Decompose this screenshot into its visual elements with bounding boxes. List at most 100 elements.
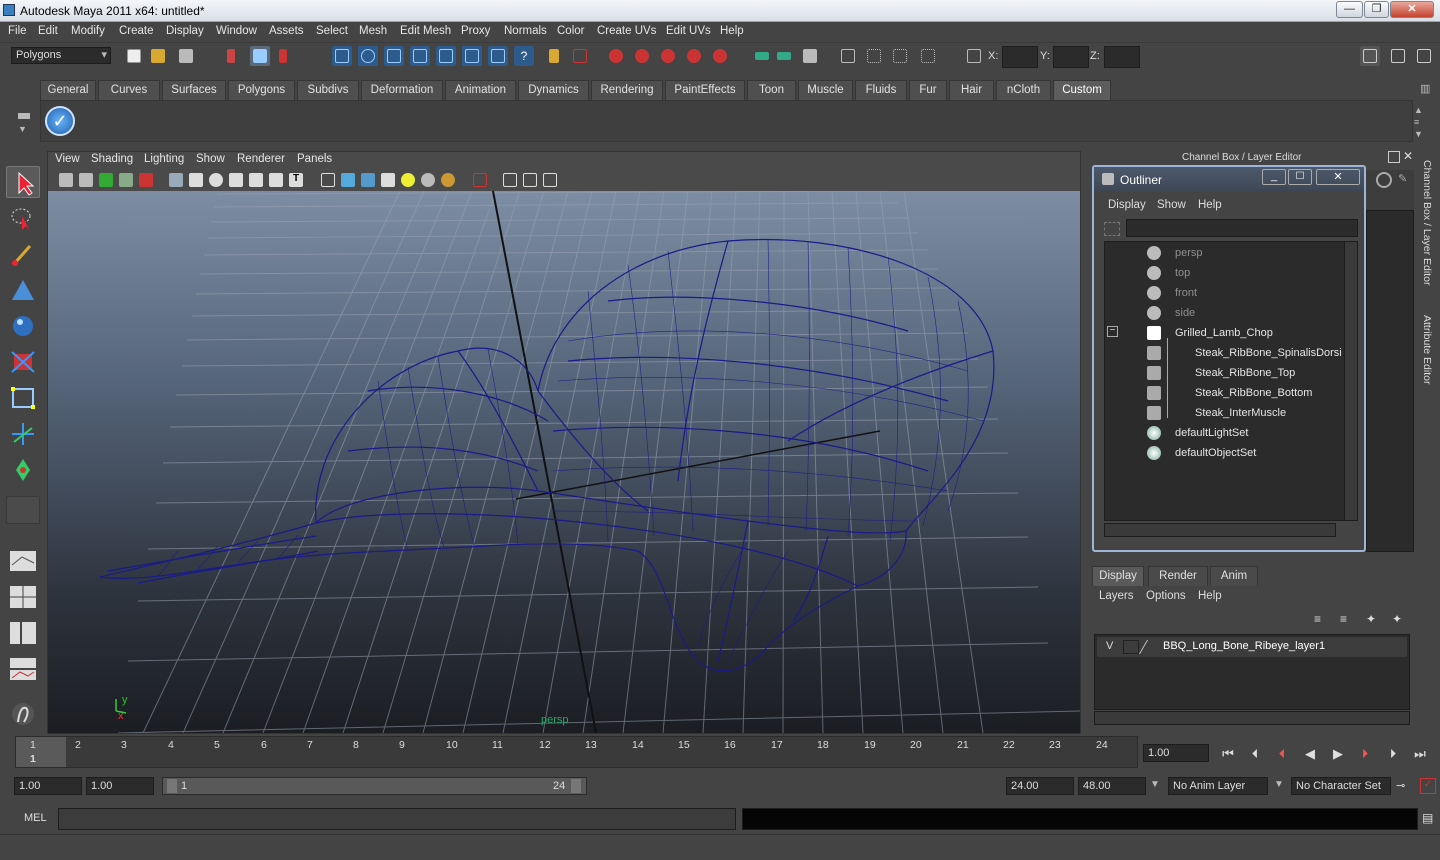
tab-toon[interactable]: Toon bbox=[747, 80, 796, 100]
tab-ncloth[interactable]: nCloth bbox=[996, 80, 1051, 100]
graph-layout-icon[interactable] bbox=[6, 653, 40, 685]
select-component-icon[interactable] bbox=[276, 46, 296, 66]
render-view-icon[interactable] bbox=[710, 46, 730, 66]
range-start-handle[interactable] bbox=[167, 779, 177, 793]
lasso-tool-icon[interactable] bbox=[6, 202, 40, 234]
layer-visibility-toggle[interactable]: V bbox=[1106, 640, 1113, 652]
smooth-shading-icon[interactable] bbox=[341, 173, 355, 187]
tab-curves[interactable]: Curves bbox=[98, 80, 160, 100]
snap-grid-icon[interactable] bbox=[332, 46, 352, 66]
input-line-mode-icon[interactable] bbox=[774, 46, 794, 66]
minimize-button[interactable]: — bbox=[1336, 1, 1363, 18]
menu-proxy[interactable]: Proxy bbox=[461, 25, 490, 37]
menu-assets[interactable]: Assets bbox=[269, 25, 304, 37]
trash-icon[interactable]: ▥ bbox=[1420, 82, 1434, 96]
step-forward-frame-icon[interactable]: ⏵ bbox=[1383, 744, 1403, 764]
outliner-titlebar[interactable]: Outliner _ ☐ ✕ bbox=[1094, 167, 1364, 191]
outliner-item[interactable]: side bbox=[1175, 303, 1195, 323]
character-set-dropdown-arrow-icon[interactable]: ▼ bbox=[1274, 779, 1284, 790]
layer-menu-layers[interactable]: Layers bbox=[1099, 590, 1134, 602]
safe-action-icon[interactable] bbox=[269, 173, 283, 187]
layout-options-icon[interactable] bbox=[1388, 46, 1408, 66]
layer-menu-options[interactable]: Options bbox=[1146, 590, 1186, 602]
toggle-modeling-icon[interactable] bbox=[918, 46, 938, 66]
safe-title-icon[interactable]: T bbox=[289, 173, 303, 187]
play-forward-icon[interactable]: ▶ bbox=[1328, 744, 1348, 764]
tab-display[interactable]: Display bbox=[1092, 566, 1144, 586]
2d-pan-icon[interactable] bbox=[139, 173, 153, 187]
range-end-handle[interactable] bbox=[571, 779, 581, 793]
tab-deformation[interactable]: Deformation bbox=[361, 80, 443, 100]
render-settings-icon[interactable] bbox=[658, 46, 678, 66]
menu-edit-mesh[interactable]: Edit Mesh bbox=[400, 25, 451, 37]
select-hierarchy-icon[interactable] bbox=[224, 46, 244, 66]
menu-edit[interactable]: Edit bbox=[38, 25, 58, 37]
tab-polygons[interactable]: Polygons bbox=[228, 80, 295, 100]
outliner-horizontal-scrollbar[interactable] bbox=[1104, 523, 1336, 537]
tab-painteffects[interactable]: PaintEffects bbox=[665, 80, 745, 100]
viewport-menu-show[interactable]: Show bbox=[196, 153, 225, 165]
clipboard-icon[interactable] bbox=[800, 46, 820, 66]
tab-fur[interactable]: Fur bbox=[909, 80, 947, 100]
new-layer-icon[interactable]: ✦ bbox=[1366, 612, 1382, 628]
mel-label[interactable]: MEL bbox=[24, 812, 47, 824]
snap-surface-icon[interactable] bbox=[462, 46, 482, 66]
scale-tool-icon[interactable] bbox=[6, 382, 40, 414]
textured-icon[interactable] bbox=[381, 173, 395, 187]
step-forward-key-icon[interactable]: ⏵ bbox=[1355, 744, 1375, 764]
viewport-canvas[interactable]: y x persp bbox=[48, 191, 1080, 733]
tab-render[interactable]: Render bbox=[1148, 566, 1208, 586]
rotate-tool-icon[interactable] bbox=[6, 346, 40, 378]
tab-anim[interactable]: Anim bbox=[1210, 566, 1258, 586]
play-backward-icon[interactable]: ◀ bbox=[1300, 744, 1320, 764]
hud-icon[interactable] bbox=[543, 173, 557, 187]
select-tool-icon[interactable] bbox=[6, 166, 40, 198]
open-scene-icon[interactable] bbox=[148, 46, 168, 66]
shelf-menu-handle[interactable]: ▼ bbox=[14, 80, 34, 142]
snap-point-icon[interactable] bbox=[384, 46, 404, 66]
hypergraph-tool-icon[interactable] bbox=[6, 698, 40, 730]
current-time-field[interactable]: 1.00 bbox=[1143, 744, 1209, 762]
render-current-icon[interactable] bbox=[606, 46, 626, 66]
select-object-icon[interactable] bbox=[250, 46, 270, 66]
last-tool-icon[interactable] bbox=[6, 454, 40, 486]
tab-surfaces[interactable]: Surfaces bbox=[162, 80, 226, 100]
playback-end-field[interactable]: 24.00 bbox=[1006, 777, 1074, 795]
camera-attributes-icon[interactable] bbox=[79, 173, 93, 187]
snap-curve-icon[interactable] bbox=[358, 46, 378, 66]
auto-key-icon[interactable]: ⊸ bbox=[1396, 779, 1405, 792]
transform-field-icon[interactable] bbox=[964, 46, 984, 66]
outliner-item[interactable]: Steak_RibBone_Top bbox=[1195, 363, 1295, 383]
side-tab-channel-box[interactable]: Channel Box / Layer Editor bbox=[1421, 160, 1433, 310]
save-scene-icon[interactable] bbox=[176, 46, 196, 66]
outliner-menu-display[interactable]: Display bbox=[1108, 199, 1146, 211]
outliner-item[interactable]: Steak_InterMuscle bbox=[1195, 403, 1286, 423]
wireframe-shading-icon[interactable] bbox=[321, 173, 335, 187]
z-coordinate-field[interactable] bbox=[1104, 46, 1140, 68]
menu-mesh[interactable]: Mesh bbox=[359, 25, 387, 37]
help-icon[interactable]: ? bbox=[514, 46, 534, 66]
script-editor-icon[interactable]: ▤ bbox=[1422, 811, 1436, 827]
lock-icon[interactable] bbox=[544, 46, 564, 66]
menu-window[interactable]: Window bbox=[216, 25, 257, 37]
shelf-scroll[interactable]: ▲ ≡ ▼ bbox=[1414, 104, 1430, 140]
menu-select[interactable]: Select bbox=[316, 25, 348, 37]
outliner-search-field[interactable] bbox=[1126, 219, 1358, 237]
toggle-tool-settings-icon[interactable] bbox=[890, 46, 910, 66]
layer-playback-toggle[interactable] bbox=[1123, 640, 1139, 654]
layer-horizontal-scrollbar[interactable] bbox=[1094, 711, 1410, 725]
sculpt-tool-icon[interactable] bbox=[6, 274, 40, 306]
collapse-toggle-icon[interactable]: − bbox=[1107, 326, 1118, 337]
x-coordinate-field[interactable] bbox=[1002, 46, 1038, 68]
animation-start-field[interactable]: 1.00 bbox=[14, 777, 82, 795]
animation-end-field[interactable]: 48.00 bbox=[1078, 777, 1146, 795]
layer-move-down-icon[interactable]: ≡ bbox=[1340, 612, 1356, 628]
menu-modify[interactable]: Modify bbox=[71, 25, 105, 37]
tab-subdivs[interactable]: Subdivs bbox=[297, 80, 359, 100]
panel-close-icon[interactable]: ✕ bbox=[1403, 150, 1416, 163]
outliner-vertical-scrollbar[interactable] bbox=[1344, 241, 1358, 521]
layout-toggle-icon[interactable] bbox=[1360, 46, 1380, 66]
go-to-start-icon[interactable]: ⏮ bbox=[1218, 744, 1238, 764]
tab-animation[interactable]: Animation bbox=[445, 80, 516, 100]
camera-select-icon[interactable] bbox=[59, 173, 73, 187]
